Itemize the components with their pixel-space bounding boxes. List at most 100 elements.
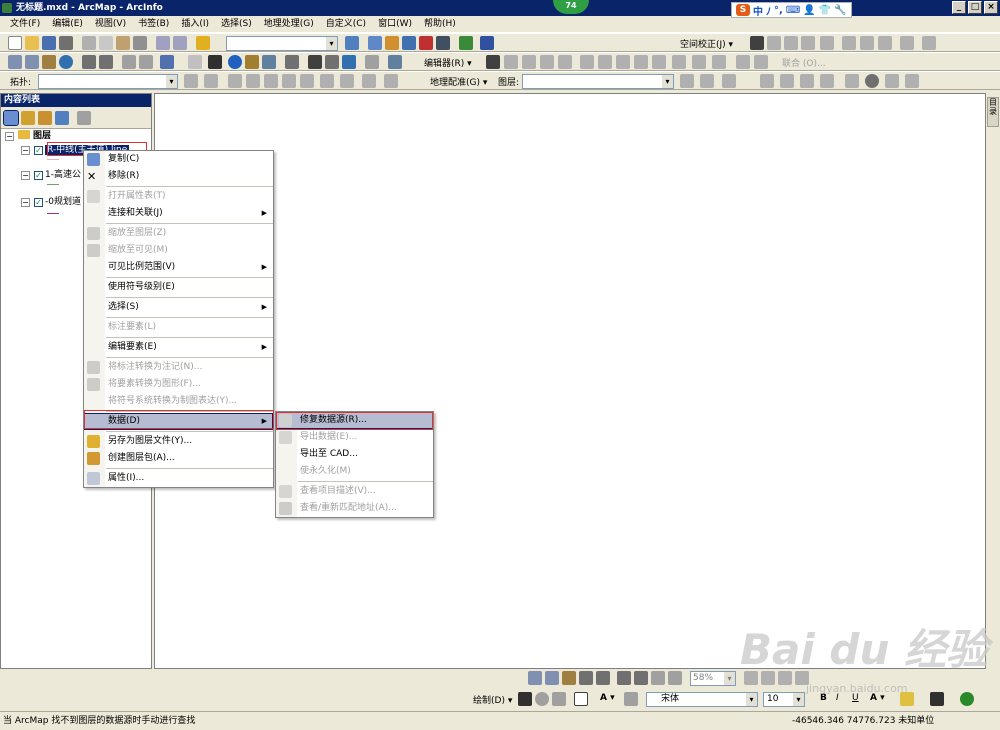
cut-polygons-icon[interactable] xyxy=(616,55,630,69)
marker-color-icon[interactable] xyxy=(960,692,974,706)
map-display[interactable] xyxy=(154,93,986,669)
draw-select-icon[interactable] xyxy=(518,692,532,706)
close-button[interactable]: × xyxy=(984,1,998,14)
fix-error-icon[interactable] xyxy=(340,74,354,88)
copy-tb-icon[interactable] xyxy=(99,36,113,50)
zoom-100-icon[interactable] xyxy=(596,671,610,685)
collapse-icon[interactable]: − xyxy=(21,171,30,180)
list-by-source-icon[interactable] xyxy=(21,111,35,125)
save-icon[interactable] xyxy=(42,36,56,50)
new-icon[interactable] xyxy=(8,36,22,50)
edit-tool-icon[interactable] xyxy=(486,55,500,69)
catalog-tab[interactable]: 目录 xyxy=(987,97,999,127)
ctx-item[interactable]: 使用符号级别(E) xyxy=(84,279,273,296)
toc-options-icon[interactable] xyxy=(77,111,91,125)
error-inspector-icon[interactable] xyxy=(362,74,376,88)
list-by-selection-icon[interactable] xyxy=(55,111,69,125)
traverse-icon[interactable] xyxy=(820,74,834,88)
redo-icon[interactable] xyxy=(173,36,187,50)
ctx-item[interactable]: 选择(S) ▶ xyxy=(84,299,273,316)
rectangle-icon[interactable] xyxy=(574,692,588,706)
construct-icon[interactable] xyxy=(246,74,260,88)
collapse-icon[interactable]: − xyxy=(21,146,30,155)
viewer-icon[interactable] xyxy=(388,55,402,69)
font-size-combo[interactable]: 10 xyxy=(763,692,805,707)
layers-root[interactable]: − 图层 xyxy=(5,130,51,142)
minimize-button[interactable]: _ xyxy=(952,1,966,14)
layout-zoom-out-icon[interactable] xyxy=(545,671,559,685)
parallel-icon[interactable] xyxy=(845,74,859,88)
preview-icon[interactable] xyxy=(878,36,892,50)
ime-skin-icon[interactable]: 👕 xyxy=(819,5,831,16)
open-icon[interactable] xyxy=(25,36,39,50)
view-link-table-icon[interactable] xyxy=(722,74,736,88)
time-slider-icon[interactable] xyxy=(365,55,379,69)
measure-icon[interactable] xyxy=(285,55,299,69)
menu-customize[interactable]: 自定义(C) xyxy=(320,17,372,32)
validate-extent-icon[interactable] xyxy=(320,74,334,88)
select-tool-icon[interactable] xyxy=(750,36,764,50)
goto-xy-icon[interactable] xyxy=(342,55,356,69)
collapse-icon[interactable]: − xyxy=(21,198,30,207)
sketch-props-icon[interactable] xyxy=(692,55,706,69)
font-combo[interactable]: 宋体 xyxy=(646,692,758,707)
zoom-selected-icon[interactable] xyxy=(552,692,566,706)
forward-extent-icon[interactable] xyxy=(139,55,153,69)
explode-icon[interactable] xyxy=(736,55,750,69)
fixed-zoom-in-icon[interactable] xyxy=(82,55,96,69)
align-edge-icon[interactable] xyxy=(282,74,296,88)
planarize-icon[interactable] xyxy=(264,74,278,88)
menu-help[interactable]: 帮助(H) xyxy=(418,17,462,32)
trace-icon[interactable] xyxy=(558,55,572,69)
pan-icon[interactable] xyxy=(42,55,56,69)
find-route-icon[interactable] xyxy=(325,55,339,69)
modelbuilder-icon[interactable] xyxy=(459,36,473,50)
ctx-item[interactable]: 连接和关联(J) ▶ xyxy=(84,205,273,222)
python-window-icon[interactable] xyxy=(436,36,450,50)
topology-combo[interactable] xyxy=(38,74,178,89)
select-features-icon[interactable] xyxy=(160,55,174,69)
menu-edit[interactable]: 编辑(E) xyxy=(46,17,89,32)
fixed-zoom-out-icon[interactable] xyxy=(99,55,113,69)
editor-dropdown[interactable]: 编辑器(R) ▾ xyxy=(424,56,472,69)
edit-vertices-icon[interactable] xyxy=(580,55,594,69)
layer-checkbox[interactable]: ✓ xyxy=(34,146,43,155)
ime-tools-icon[interactable]: 🔧 xyxy=(834,5,846,16)
georef-layer-combo[interactable] xyxy=(522,74,674,89)
ctx-item[interactable]: 复制(C) xyxy=(84,151,273,168)
html-popup-icon[interactable] xyxy=(262,55,276,69)
menu-insert[interactable]: 插入(I) xyxy=(175,17,215,32)
attributes-icon[interactable] xyxy=(672,55,686,69)
new-displacement-icon[interactable] xyxy=(922,36,936,50)
create-features-icon[interactable] xyxy=(712,55,726,69)
menu-bookmarks[interactable]: 书签(B) xyxy=(132,17,175,32)
edit-annotation-icon[interactable] xyxy=(504,55,518,69)
ctx-item[interactable]: 属性(I)... xyxy=(84,470,273,487)
menu-view[interactable]: 视图(V) xyxy=(89,17,132,32)
editor-toolbar-icon[interactable] xyxy=(345,36,359,50)
paste-icon[interactable] xyxy=(116,36,130,50)
topology-more-icon[interactable] xyxy=(384,74,398,88)
layer-item[interactable]: − ✓ 1-高速公 xyxy=(21,170,81,181)
ctx-item[interactable]: 可见比例范围(V) ▶ xyxy=(84,259,273,276)
layer-item[interactable]: − ✓ -0规划道 xyxy=(21,197,81,208)
menu-selection[interactable]: 选择(S) xyxy=(215,17,258,32)
ime-keyboard-icon[interactable]: ⌨ xyxy=(786,5,800,16)
zoom-whole-page-icon[interactable] xyxy=(579,671,593,685)
undo-icon[interactable] xyxy=(156,36,170,50)
point-icon[interactable] xyxy=(865,74,879,88)
layout-zoom-combo[interactable]: 58% xyxy=(690,671,736,686)
menu-geoprocessing[interactable]: 地理处理(G) xyxy=(258,17,320,32)
back-extent-icon[interactable] xyxy=(122,55,136,69)
find-icon[interactable] xyxy=(308,55,322,69)
print-icon[interactable] xyxy=(59,36,73,50)
cogo-icon[interactable] xyxy=(760,74,774,88)
reshape-icon[interactable] xyxy=(598,55,612,69)
scale-combo[interactable] xyxy=(226,36,338,51)
layout-forward-icon[interactable] xyxy=(668,671,682,685)
whats-this-icon[interactable] xyxy=(480,36,494,50)
spatial-adjust-dropdown[interactable]: 空间校正(J) ▾ xyxy=(680,37,733,50)
rotate-icon[interactable] xyxy=(652,55,666,69)
add-data-icon[interactable] xyxy=(196,36,210,50)
text-tool-icon[interactable]: A ▾ xyxy=(600,693,615,703)
